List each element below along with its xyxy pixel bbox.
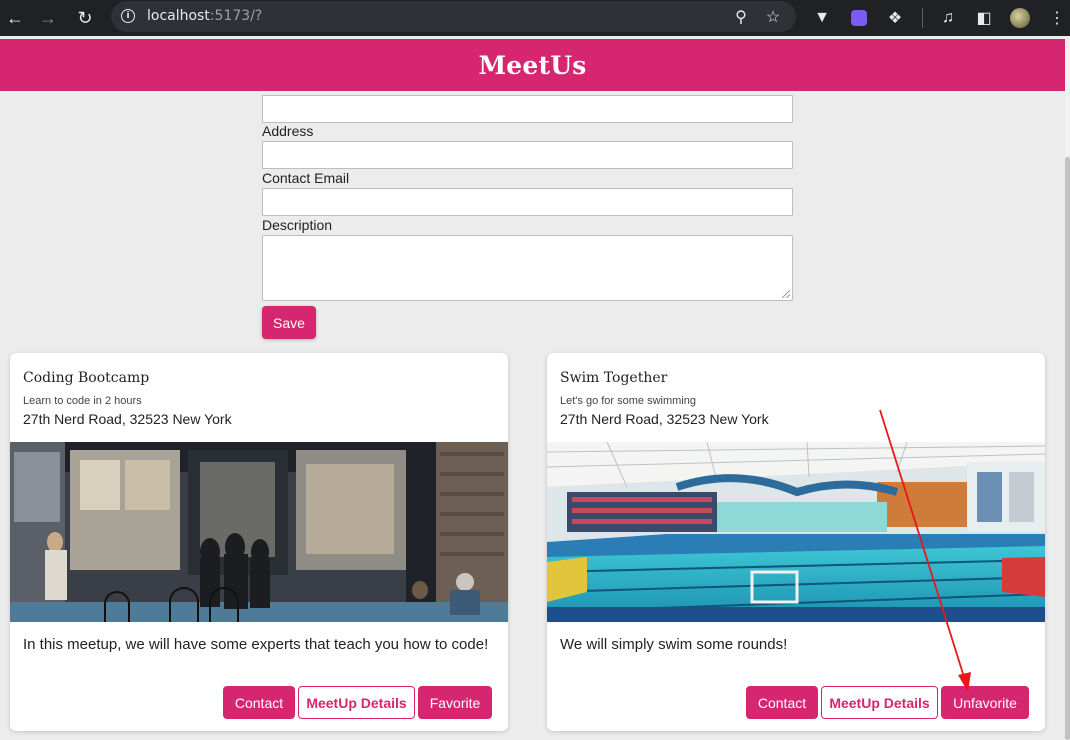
site-info-icon[interactable]: i (121, 9, 135, 23)
meetup-title: Coding Bootcamp (23, 370, 150, 386)
favorite-button[interactable]: Favorite (418, 686, 492, 719)
contact-email-field[interactable] (262, 188, 793, 216)
meetup-details-button[interactable]: MeetUp Details (298, 686, 415, 719)
contact-email-label: Contact Email (262, 170, 350, 186)
extension-purple-icon[interactable] (846, 5, 872, 31)
contact-button[interactable]: Contact (223, 686, 295, 719)
page-scrollbar[interactable] (1065, 39, 1070, 740)
meetup-image-cafe (10, 442, 508, 622)
app-logo[interactable]: MeetUs (478, 51, 586, 80)
extensions-puzzle-icon[interactable]: ❖ (882, 5, 908, 31)
back-icon[interactable]: ← (0, 0, 30, 36)
app-header: MeetUs (0, 39, 1065, 91)
meetup-address: 27th Nerd Road, 32523 New York (23, 411, 232, 427)
meetup-address: 27th Nerd Road, 32523 New York (560, 411, 769, 427)
address-label: Address (262, 123, 314, 139)
browser-toolbar: ← → ↻ i localhost:5173/? ⚲ ☆ ▼ ❖ ♫ ◧ ⋮ (0, 0, 1070, 36)
unfavorite-button[interactable]: Unfavorite (941, 686, 1029, 719)
extension-v-icon[interactable]: ▼ (809, 5, 835, 31)
url-text[interactable]: localhost:5173/? (147, 8, 262, 24)
contact-button[interactable]: Contact (746, 686, 818, 719)
description-textarea[interactable] (262, 235, 793, 301)
scrollbar-thumb[interactable] (1065, 157, 1070, 740)
meetup-subtitle: Learn to code in 2 hours (23, 395, 142, 407)
description-label: Description (262, 217, 333, 233)
side-panel-icon[interactable]: ◧ (971, 5, 997, 31)
toolbar-divider (922, 8, 923, 28)
forward-icon[interactable]: → (33, 0, 63, 36)
meetup-image-pool (547, 442, 1045, 622)
meetup-title: Swim Together (560, 370, 668, 386)
meetup-description: In this meetup, we will have some expert… (23, 636, 489, 653)
profile-avatar[interactable] (1007, 5, 1033, 31)
meetup-details-button[interactable]: MeetUp Details (821, 686, 938, 719)
meetup-subtitle: Let's go for some swimming (560, 395, 696, 407)
address-bar[interactable]: i localhost:5173/? ⚲ ☆ (111, 1, 796, 32)
zoom-icon[interactable]: ⚲ (729, 5, 753, 29)
resize-grip-icon[interactable] (782, 290, 790, 298)
browser-menu-icon[interactable]: ⋮ (1044, 5, 1070, 31)
save-button[interactable]: Save (262, 306, 316, 339)
image-url-field[interactable] (262, 95, 793, 123)
bookmark-star-icon[interactable]: ☆ (761, 5, 785, 29)
reload-icon[interactable]: ↻ (70, 0, 100, 36)
address-field[interactable] (262, 141, 793, 169)
meetup-description: We will simply swim some rounds! (560, 636, 788, 653)
media-controls-icon[interactable]: ♫ (935, 5, 961, 31)
meetup-card: Coding Bootcamp Learn to code in 2 hours… (10, 353, 508, 731)
meetup-card: Swim Together Let's go for some swimming… (547, 353, 1045, 731)
